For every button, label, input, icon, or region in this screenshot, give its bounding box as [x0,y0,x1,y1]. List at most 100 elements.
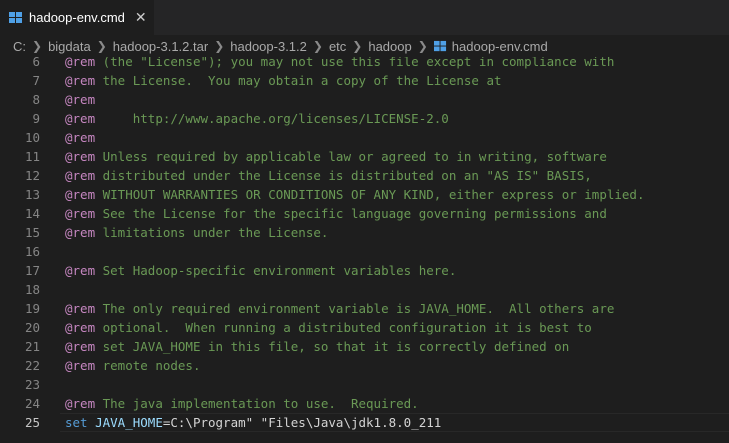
rem-keyword: @rem [65,396,96,411]
line-number: 7 [32,73,40,88]
line-content: @rem http://www.apache.org/licenses/LICE… [65,109,449,128]
code-line-current: 25 set JAVA_HOME=C:\Program" "Files\Java\… [0,413,729,432]
comment-text: optional. When running a distributed con… [95,320,592,335]
code-line: 11 @rem Unless required by applicable law… [0,147,729,166]
code-line: 14 @rem See the License for the specific … [0,204,729,223]
line-number: 14 [24,206,40,221]
code-editor[interactable]: 6 @rem (the "License"); you may not use t… [0,57,729,443]
comment-text: Set Hadoop-specific environment variable… [95,263,457,278]
chevron-right-icon: ❯ [32,39,43,53]
rem-keyword: @rem [65,339,96,354]
chevron-right-icon: ❯ [352,39,363,53]
rem-keyword: @rem [65,130,96,145]
comment-text: limitations under the License. [95,225,329,240]
breadcrumb-item[interactable]: hadoop-3.1.2 [230,39,307,54]
breadcrumb-item[interactable]: etc [329,39,346,54]
comment-text: remote nodes. [95,358,201,373]
line-number: 21 [24,339,40,354]
cmd-file-icon [9,11,23,25]
line-content: @rem limitations under the License. [65,223,328,242]
comment-text: the License. You may obtain a copy of th… [95,73,502,88]
line-content: @rem Unless required by applicable law o… [65,147,607,166]
chevron-right-icon: ❯ [96,39,107,53]
rem-keyword: @rem [65,57,96,69]
breadcrumb-file[interactable]: hadoop-env.cmd [433,38,548,54]
line-content: @rem The java implementation to use. Req… [65,394,419,413]
chevron-right-icon: ❯ [417,39,428,53]
line-content: @rem [65,128,95,147]
rem-keyword: @rem [65,206,96,221]
line-number: 15 [24,225,40,240]
comment-text: WITHOUT WARRANTIES OR CONDITIONS OF ANY … [95,187,645,202]
breadcrumb-item[interactable]: bigdata [48,39,91,54]
comment-text: See the License for the specific languag… [95,206,607,221]
comment-text: (the "License"); you may not use this fi… [95,57,615,69]
code-line: 20 @rem optional. When running a distribu… [0,318,729,337]
rem-keyword: @rem [65,168,96,183]
comment-text: set JAVA_HOME in this file, so that it i… [95,339,570,354]
line-content: @rem See the License for the specific la… [65,204,607,223]
breadcrumb-item[interactable]: C: [13,39,26,54]
line-content: @rem [65,90,95,109]
assignment-value: =C:\Program" "Files\Java\jdk1.8.0_211 [162,415,442,430]
comment-text: distributed under the License is distrib… [95,168,592,183]
code-line: 8 @rem [0,90,729,109]
line-content: @rem distributed under the License is di… [65,166,592,185]
line-number: 24 [24,396,40,411]
code-line: 23 [0,375,729,394]
line-content: @rem WITHOUT WARRANTIES OR CONDITIONS OF… [65,185,644,204]
breadcrumb-item[interactable]: hadoop [368,39,411,54]
line-number: 12 [24,168,40,183]
code-line: 10 @rem [0,128,729,147]
line-number: 22 [24,358,40,373]
line-content: @rem Set Hadoop-specific environment var… [65,261,456,280]
rem-keyword: @rem [65,301,96,316]
rem-keyword: @rem [65,225,96,240]
line-number: 17 [24,263,40,278]
code-line: 9 @rem http://www.apache.org/licenses/LIC… [0,109,729,128]
code-line: 13 @rem WITHOUT WARRANTIES OR CONDITIONS … [0,185,729,204]
line-number: 18 [24,282,40,297]
line-number: 9 [32,111,40,126]
line-number: 25 [24,415,40,430]
code-line: 18 [0,280,729,299]
code-line: 6 @rem (the "License"); you may not use t… [0,57,729,71]
comment-text: The java implementation to use. Required… [95,396,419,411]
code-line: 7 @rem the License. You may obtain a copy… [0,71,729,90]
comment-text: The only required environment variable i… [95,301,615,316]
breadcrumb-item[interactable]: hadoop-3.1.2.tar [113,39,208,54]
code-line: 15 @rem limitations under the License. [0,223,729,242]
rem-keyword: @rem [65,358,96,373]
close-icon[interactable]: ✕ [135,9,147,26]
breadcrumb-item: hadoop-env.cmd [451,38,548,54]
tab-label: hadoop-env.cmd [29,10,125,25]
set-keyword: set [65,415,88,430]
line-number: 23 [24,377,40,392]
line-number: 11 [24,149,40,164]
java-home-variable: JAVA_HOME [95,415,163,430]
line-number: 16 [24,244,40,259]
line-content: @rem optional. When running a distribute… [65,318,592,337]
rem-keyword: @rem [65,149,96,164]
rem-keyword: @rem [65,263,96,278]
tab-hadoop-env-cmd[interactable]: hadoop-env.cmd ✕ [0,0,154,35]
line-number: 19 [24,301,40,316]
cmd-file-icon [433,40,447,53]
license-url[interactable]: http://www.apache.org/licenses/LICENSE-2… [95,111,449,126]
line-content: @rem set JAVA_HOME in this file, so that… [65,337,569,356]
rem-keyword: @rem [65,111,96,126]
line-number: 6 [32,57,40,69]
line-content: @rem the License. You may obtain a copy … [65,71,502,90]
line-content: @rem The only required environment varia… [65,299,614,318]
line-content: @rem (the "License"); you may not use th… [65,57,614,71]
comment-text: Unless required by applicable law or agr… [95,149,607,164]
code-line: 17 @rem Set Hadoop-specific environment v… [0,261,729,280]
code-line: 12 @rem distributed under the License is … [0,166,729,185]
editor-lines: 6 @rem (the "License"); you may not use t… [0,57,729,432]
line-content: @rem remote nodes. [65,356,200,375]
rem-keyword: @rem [65,187,96,202]
line-number: 20 [24,320,40,335]
code-line: 24 @rem The java implementation to use. R… [0,394,729,413]
rem-keyword: @rem [65,73,96,88]
